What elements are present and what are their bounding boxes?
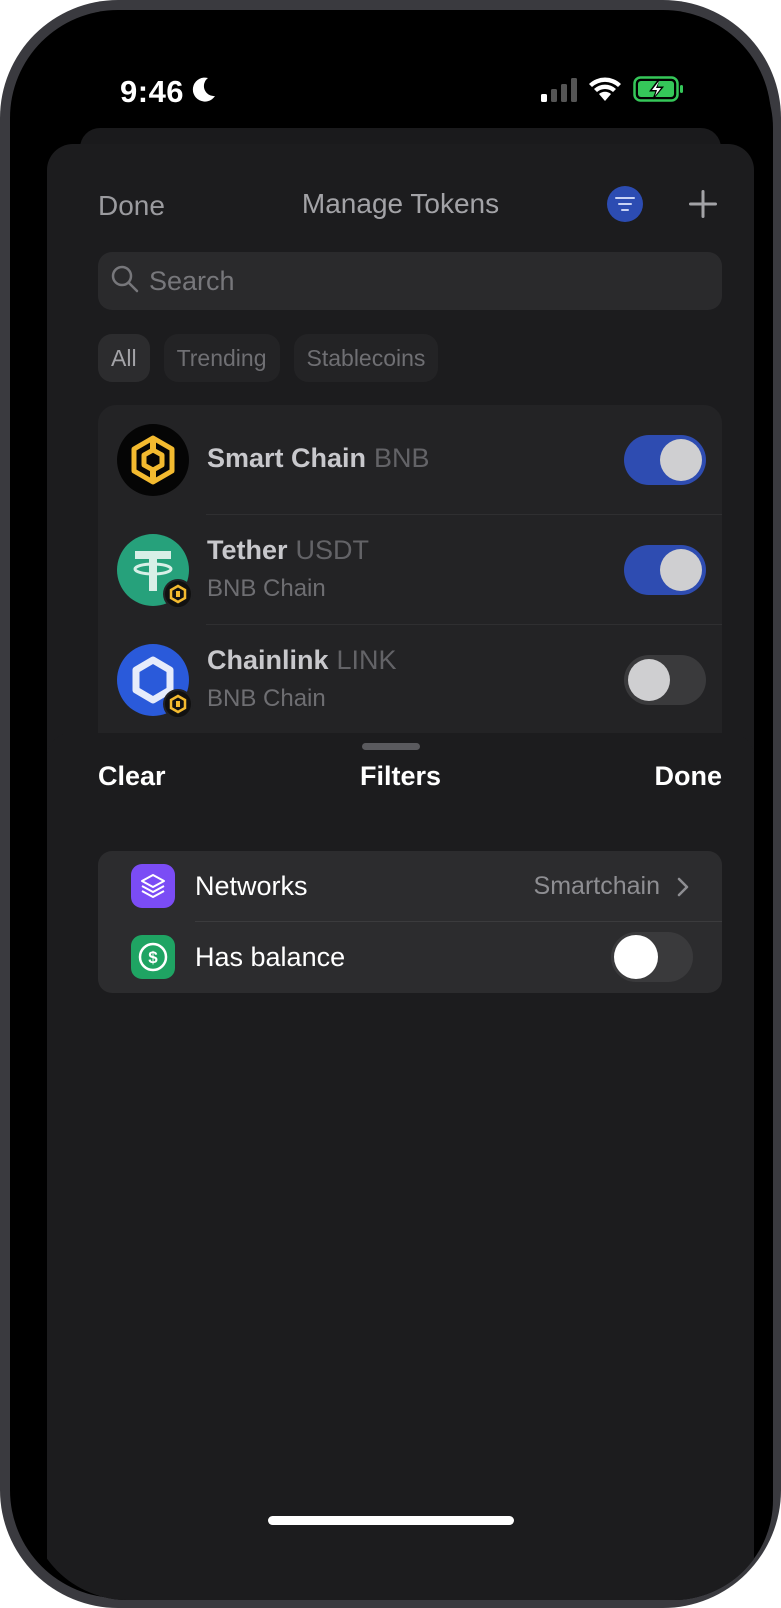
chip-all[interactable]: All [98,334,150,382]
chip-stablecoins[interactable]: Stablecoins [293,334,439,382]
filter-list: Networks Smartchain $ Has balance [98,851,722,993]
phone-bezel: 9:46 Done Manage Tokens Search All Trend… [10,10,773,1600]
bnb-logo-icon [117,424,189,496]
bnb-chain-badge-icon [163,689,193,719]
dollar-icon: $ [131,935,175,979]
add-token-button[interactable] [687,188,719,220]
has-balance-row: $ Has balance [98,922,722,993]
sheet-grabber[interactable] [362,743,420,750]
filter-button[interactable] [607,186,643,222]
filters-title: Filters [359,761,442,791]
screen: 9:46 Done Manage Tokens Search All Trend… [28,28,773,1600]
has-balance-label: Has balance [195,942,346,972]
token-name: Smart Chain BNB [207,443,430,473]
filters-done-button[interactable]: Done [655,761,723,792]
search-icon [111,265,139,293]
token-network: BNB Chain [207,575,326,602]
token-row[interactable]: Tether USDT BNB Chain [98,515,722,625]
chevron-right-icon [677,877,689,897]
toggle-knob [660,549,702,591]
search-placeholder: Search [149,266,235,296]
battery-charging-icon [633,76,683,102]
token-symbol: LINK [336,645,397,675]
signal-icon [541,78,577,102]
moon-icon [192,77,215,102]
token-name: Chainlink LINK [207,645,397,675]
wifi-icon [589,77,621,101]
token-symbol: BNB [374,443,430,473]
layers-icon [131,864,175,908]
toggle-knob [614,935,658,979]
token-network: BNB Chain [207,685,326,712]
token-name: Tether USDT [207,535,370,565]
token-toggle[interactable] [624,435,706,485]
phone-frame: 9:46 Done Manage Tokens Search All Trend… [0,0,781,1608]
filters-sheet: Clear Filters Done Networks Smartchain $… [47,733,754,1600]
token-row[interactable]: Smart Chain BNB [98,405,722,515]
page-title: Manage Tokens [301,188,500,219]
token-row[interactable]: Chainlink LINK BNB Chain [98,625,722,735]
toggle-knob [628,659,670,701]
home-indicator[interactable] [268,1516,514,1525]
status-bar: 9:46 [28,28,773,138]
token-symbol: USDT [295,535,370,565]
svg-text:$: $ [148,948,158,967]
token-toggle[interactable] [624,545,706,595]
status-time: 9:46 [120,74,185,109]
chip-trending[interactable]: Trending [163,334,280,382]
search-input[interactable]: Search [98,252,722,310]
token-list: Smart Chain BNB Tether USDT BNB Chain Ch… [98,405,722,765]
bnb-chain-badge-icon [163,579,193,609]
token-toggle[interactable] [624,655,706,705]
networks-row[interactable]: Networks Smartchain [98,851,722,922]
networks-value: Smartchain [533,872,660,900]
has-balance-toggle[interactable] [611,932,693,982]
toggle-knob [660,439,702,481]
networks-label: Networks [195,871,308,901]
category-chips: All Trending Stablecoins [98,334,439,382]
filter-icon [615,197,635,211]
